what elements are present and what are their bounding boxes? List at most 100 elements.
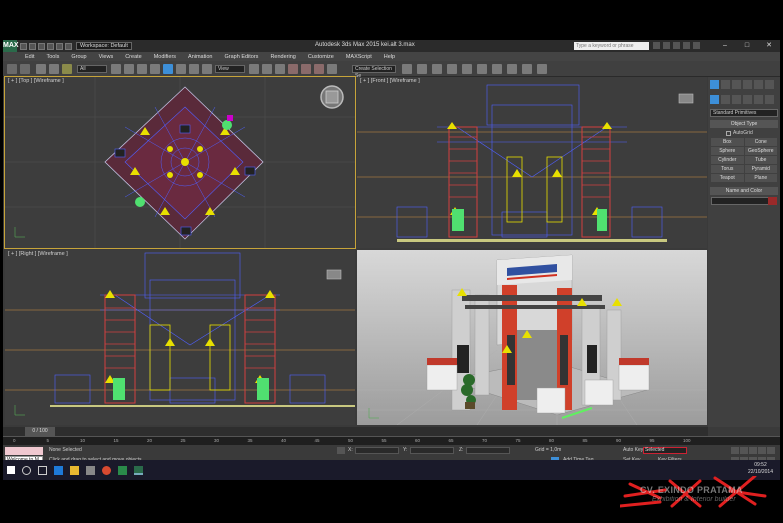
task-view-icon[interactable] <box>38 465 47 475</box>
edge-icon[interactable] <box>54 465 63 475</box>
chrome-icon[interactable] <box>102 465 111 475</box>
lights-icon[interactable] <box>732 95 741 104</box>
render-setup-icon[interactable] <box>507 64 517 74</box>
3dsmax-taskbar-icon[interactable] <box>134 465 143 475</box>
viewport-front[interactable]: [ + ] [Front ] [Wireframe ] <box>357 77 707 248</box>
time-slider-thumb[interactable]: 0 / 100 <box>25 427 55 436</box>
reference-coordinate-dropdown[interactable]: View <box>215 65 245 73</box>
z-coordinate-field[interactable] <box>466 447 510 454</box>
menu-item-tools[interactable]: Tools <box>46 54 59 60</box>
utilities-tab-icon[interactable] <box>765 80 774 89</box>
go-to-start-icon[interactable] <box>731 447 739 454</box>
mirror-icon[interactable] <box>402 64 412 74</box>
snaps-toggle-icon[interactable] <box>288 64 298 74</box>
unlink-icon[interactable] <box>49 64 59 74</box>
rendered-frame-icon[interactable] <box>522 64 532 74</box>
star-icon[interactable] <box>683 42 690 49</box>
create-tab-icon[interactable] <box>710 80 719 89</box>
align-icon[interactable] <box>417 64 427 74</box>
rectangular-selection-icon[interactable] <box>137 64 147 74</box>
create-pyramid-button[interactable]: Pyramid <box>744 165 777 173</box>
close-button[interactable]: ✕ <box>758 40 780 52</box>
select-object-icon[interactable] <box>111 64 121 74</box>
create-torus-button[interactable]: Torus <box>711 165 744 173</box>
create-box-button[interactable]: Box <box>711 138 744 146</box>
file-explorer-icon[interactable] <box>70 465 79 475</box>
select-and-scale-icon[interactable] <box>189 64 199 74</box>
time-slider[interactable]: 0 / 100 <box>3 427 708 436</box>
spinner-snap-icon[interactable] <box>327 64 337 74</box>
communication-icon[interactable] <box>673 42 680 49</box>
helpers-icon[interactable] <box>754 95 763 104</box>
bind-spacewarp-icon[interactable] <box>62 64 72 74</box>
windows-start-icon[interactable] <box>7 466 15 474</box>
pivot-center-icon[interactable] <box>249 64 259 74</box>
y-coordinate-field[interactable] <box>410 447 454 454</box>
play-icon[interactable] <box>749 447 757 454</box>
help-icon[interactable] <box>693 42 700 49</box>
auto-key-button[interactable]: Auto Key <box>623 447 643 453</box>
graphite-toggle-icon[interactable] <box>447 64 457 74</box>
create-plane-button[interactable]: Plane <box>744 174 777 182</box>
search-icon[interactable] <box>22 465 31 475</box>
primitive-type-dropdown[interactable]: Standard Primitives <box>710 109 778 117</box>
save-icon[interactable] <box>38 42 45 50</box>
menu-item-customize[interactable]: Customize <box>308 54 334 60</box>
name-and-color-rollout[interactable]: Name and Color <box>710 187 778 195</box>
link-icon[interactable] <box>36 64 46 74</box>
motion-tab-icon[interactable] <box>743 80 752 89</box>
render-teapot-icon[interactable] <box>537 64 547 74</box>
menu-item-views[interactable]: Views <box>99 54 114 60</box>
select-and-move-icon[interactable] <box>163 64 173 74</box>
spacewarps-icon[interactable] <box>765 95 774 104</box>
redo-icon[interactable] <box>20 64 30 74</box>
create-cone-button[interactable]: Cone <box>744 138 777 146</box>
object-color-swatch[interactable] <box>768 197 777 205</box>
percent-snap-icon[interactable] <box>314 64 324 74</box>
app-logo-button[interactable]: MAX <box>3 40 19 52</box>
system-clock[interactable]: 09:52 22/10/2014 <box>748 462 773 476</box>
undo-icon[interactable] <box>47 42 54 50</box>
maxscript-listener-output[interactable] <box>5 447 43 455</box>
material-editor-icon[interactable] <box>492 64 502 74</box>
previous-frame-icon[interactable] <box>740 447 748 454</box>
object-name-input[interactable] <box>711 197 777 205</box>
hold-icon[interactable] <box>65 42 72 50</box>
go-to-end-icon[interactable] <box>767 447 775 454</box>
next-frame-icon[interactable] <box>758 447 766 454</box>
modify-tab-icon[interactable] <box>721 80 730 89</box>
create-teapot-button[interactable]: Teapot <box>711 174 744 182</box>
viewport-right[interactable]: [ + ] [Right ] [Wireframe ] <box>5 250 355 425</box>
create-sphere-button[interactable]: Sphere <box>711 147 744 155</box>
named-selection-set-dropdown[interactable]: Create Selection Se <box>352 65 396 79</box>
select-manipulate-icon[interactable] <box>262 64 272 74</box>
viewport-label-right[interactable]: [ + ] [Right ] [Wireframe ] <box>8 251 68 257</box>
geometry-icon[interactable] <box>710 95 719 104</box>
auto-key-selection-dropdown[interactable]: Selected <box>643 447 687 454</box>
new-file-icon[interactable] <box>20 42 27 50</box>
track-bar[interactable]: 0 5 10 15 20 25 30 35 40 45 50 55 60 65 70 75 80 85 90 95 10… <box>3 436 780 445</box>
menu-item-graph-editors[interactable]: Graph Editors <box>225 54 259 60</box>
create-cylinder-button[interactable]: Cylinder <box>711 156 744 164</box>
create-tube-button[interactable]: Tube <box>744 156 777 164</box>
menu-item-rendering[interactable]: Rendering <box>270 54 295 60</box>
angle-snap-icon[interactable] <box>301 64 311 74</box>
object-type-rollout[interactable]: Object Type <box>710 120 778 128</box>
menu-item-animation[interactable]: Animation <box>188 54 212 60</box>
hierarchy-tab-icon[interactable] <box>732 80 741 89</box>
search-input[interactable]: Type a keyword or phrase <box>574 42 649 50</box>
select-by-name-icon[interactable] <box>124 64 134 74</box>
viewport-perspective[interactable] <box>357 250 707 425</box>
maximize-button[interactable]: □ <box>736 40 758 52</box>
select-and-rotate-icon[interactable] <box>176 64 186 74</box>
menu-item-create[interactable]: Create <box>125 54 142 60</box>
viewport-label-front[interactable]: [ + ] [Front ] [Wireframe ] <box>360 78 420 84</box>
select-and-place-icon[interactable] <box>202 64 212 74</box>
lock-selection-icon[interactable] <box>337 447 345 454</box>
menu-item-help[interactable]: Help <box>384 54 395 60</box>
menu-item-maxscript[interactable]: MAXScript <box>346 54 372 60</box>
binoculars-icon[interactable] <box>653 42 660 49</box>
excel-icon[interactable] <box>118 465 127 475</box>
redo-icon[interactable] <box>56 42 63 50</box>
shapes-icon[interactable] <box>721 95 730 104</box>
